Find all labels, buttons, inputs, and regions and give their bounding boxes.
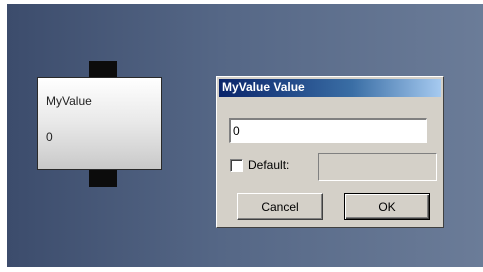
node-output-port[interactable] [89, 170, 117, 187]
myvalue-node[interactable]: MyValue 0 [37, 77, 162, 170]
node-label: MyValue [46, 94, 92, 108]
value-dialog: MyValue Value Default: Cancel OK [216, 76, 444, 228]
dialog-title: MyValue Value [222, 80, 305, 94]
node-input-port[interactable] [89, 61, 117, 78]
cancel-button[interactable]: Cancel [237, 193, 323, 220]
ok-button[interactable]: OK [344, 193, 430, 220]
dialog-titlebar[interactable]: MyValue Value [219, 79, 441, 97]
default-checkbox-label[interactable]: Default: [248, 158, 289, 172]
default-value-field [318, 153, 437, 181]
node-canvas[interactable]: MyValue 0 MyValue Value Default: Cancel … [7, 4, 483, 267]
node-value: 0 [46, 130, 53, 144]
value-input[interactable] [229, 118, 427, 143]
default-checkbox[interactable] [230, 159, 243, 172]
